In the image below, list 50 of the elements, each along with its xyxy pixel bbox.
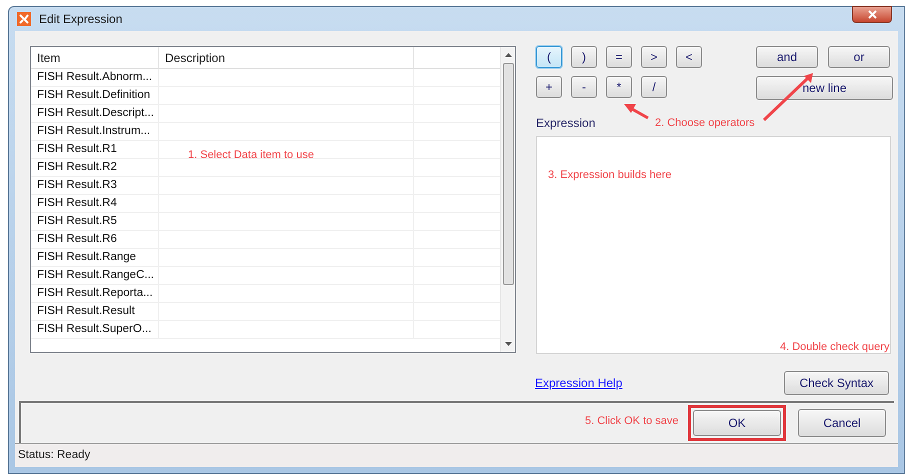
table-cell[interactable]: FISH Result.R6	[31, 231, 159, 248]
table-cell[interactable]: FISH Result.Reporta...	[31, 285, 159, 302]
table-cell[interactable]: FISH Result.Range	[31, 249, 159, 266]
table-cell[interactable]: FISH Result.Descript...	[31, 105, 159, 122]
table-cell[interactable]: FISH Result.Instrum...	[31, 123, 159, 140]
ok-button[interactable]: OK	[693, 410, 781, 436]
table-cell[interactable]: FISH Result.R4	[31, 195, 159, 212]
table-cell[interactable]: FISH Result.Definition	[31, 87, 159, 104]
table-cell[interactable]: FISH Result.R1	[31, 141, 159, 158]
app-logo-icon	[17, 12, 31, 26]
annotation-text: 4. Double check query	[780, 340, 890, 355]
new-line-button[interactable]: new line	[756, 76, 893, 100]
operator-button[interactable]: /	[641, 76, 667, 98]
operator-button[interactable]: *	[606, 76, 632, 98]
expression-field[interactable]	[536, 136, 891, 354]
annotation-text: 3. Expression builds here	[548, 168, 672, 183]
help-link[interactable]: Expression Help	[535, 374, 622, 392]
annotation-text: 5. Click OK to save	[585, 414, 679, 429]
annotation-arrow	[624, 104, 649, 120]
close-button[interactable]	[852, 6, 892, 22]
annotation-text: 1. Select Data item to use	[188, 148, 314, 163]
annotation-text: 2. Choose operators	[655, 116, 755, 131]
operator-button[interactable]: =	[606, 46, 632, 68]
operator-button[interactable]: <	[676, 46, 702, 68]
scroll-thumb[interactable]	[502, 63, 514, 285]
table-cell[interactable]: FISH Result.R5	[31, 213, 159, 230]
scroll-down-icon[interactable]	[504, 342, 512, 346]
operator-button[interactable]: +	[536, 76, 562, 98]
table-cell[interactable]: FISH Result.Abnorm...	[31, 69, 159, 86]
check-syntax-button[interactable]: Check Syntax	[784, 371, 889, 395]
cancel-button[interactable]: Cancel	[798, 409, 886, 437]
status-text: Status: Ready	[18, 448, 90, 463]
logic-button[interactable]: or	[828, 46, 890, 68]
operator-button[interactable]: )	[571, 46, 597, 68]
table-cell[interactable]: FISH Result.Result	[31, 303, 159, 320]
scroll-up-icon[interactable]	[504, 53, 512, 57]
operator-button[interactable]: (	[536, 46, 562, 68]
column-header[interactable]: Item	[31, 47, 159, 68]
expression-label: Expression	[536, 115, 596, 132]
table-cell[interactable]: FISH Result.SuperO...	[31, 321, 159, 338]
operator-button[interactable]: -	[571, 76, 597, 98]
column-header[interactable]: Description	[159, 47, 414, 68]
logic-button[interactable]: and	[756, 46, 818, 68]
close-icon	[868, 10, 876, 18]
operator-button[interactable]: >	[641, 46, 667, 68]
table-cell[interactable]: FISH Result.R2	[31, 159, 159, 176]
table-cell[interactable]: FISH Result.RangeC...	[31, 267, 159, 284]
scrollbar[interactable]	[500, 47, 515, 352]
table-cell[interactable]: FISH Result.R3	[31, 177, 159, 194]
window-title: Edit Expression	[39, 11, 122, 28]
